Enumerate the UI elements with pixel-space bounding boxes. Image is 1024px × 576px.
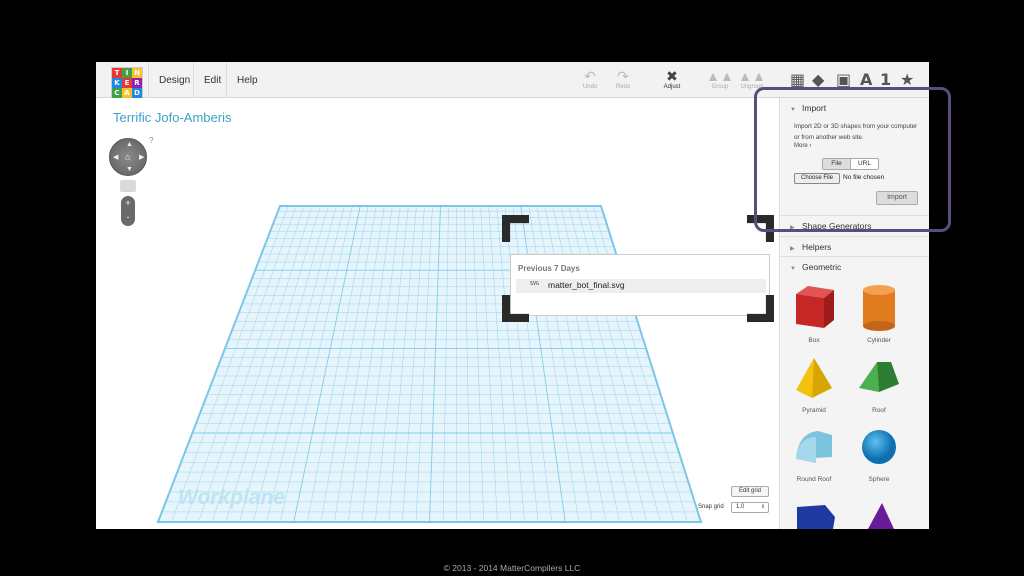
menu-help[interactable]: Help bbox=[226, 62, 268, 98]
redo-button[interactable]: ↷ Redo bbox=[606, 68, 640, 90]
copyright-footer: © 2013 - 2014 MatterCompilers LLC bbox=[443, 563, 581, 573]
redo-icon: ↷ bbox=[617, 68, 629, 84]
zoom-control[interactable]: + - bbox=[121, 196, 135, 226]
select-arrows-icon: ⇕ bbox=[760, 504, 765, 510]
shape-label: Roof bbox=[872, 407, 886, 414]
undo-button[interactable]: ↶ Undo bbox=[573, 68, 607, 90]
home-icon[interactable]: ⌂ bbox=[125, 152, 130, 162]
geometric-section-header[interactable]: ▼ Geometric bbox=[780, 256, 929, 276]
snap-grid-select[interactable]: 1.0 ⇕ bbox=[731, 502, 769, 513]
shape-label: Round Roof bbox=[796, 476, 832, 483]
view-cube-navigator[interactable]: ▲ ▼ ◀ ▶ ⌂ bbox=[109, 138, 147, 176]
logo-letter: K bbox=[112, 78, 122, 88]
roof-icon bbox=[859, 362, 899, 392]
workplane-canvas[interactable]: Terrific Jofo-Amberis ? ▲ ▼ ◀ ▶ ⌂ + - Wo… bbox=[96, 98, 779, 529]
arrow-right-icon[interactable]: ▶ bbox=[139, 153, 144, 161]
help-question-icon[interactable]: ? bbox=[149, 136, 153, 145]
logo-letter: E bbox=[122, 78, 132, 88]
snap-grid-label: Snap grid bbox=[698, 504, 724, 510]
fit-view-button[interactable] bbox=[120, 180, 136, 192]
undo-icon: ↶ bbox=[584, 68, 596, 84]
pyramid-icon bbox=[796, 358, 832, 398]
cylinder-icon bbox=[863, 285, 895, 331]
import-highlight-box bbox=[754, 87, 951, 232]
shape-roof[interactable]: Roof bbox=[848, 354, 910, 414]
logo-letter: T bbox=[112, 68, 122, 78]
shape-label: Pyramid bbox=[802, 407, 826, 414]
arrow-left-icon[interactable]: ◀ bbox=[113, 153, 118, 161]
ungroup-icon: ▲▲ bbox=[738, 68, 766, 84]
box-icon bbox=[796, 286, 834, 328]
shape-label: Sphere bbox=[868, 476, 890, 483]
adjust-icon: ✖ bbox=[666, 68, 678, 84]
logo-letter: D bbox=[132, 88, 142, 98]
shape-sphere[interactable]: Sphere bbox=[848, 423, 910, 483]
helpers-title: Helpers bbox=[802, 242, 832, 252]
logo-letter: A bbox=[122, 88, 132, 98]
redo-label: Redo bbox=[615, 84, 631, 90]
file-list-item[interactable]: SVG matter_bot_final.svg bbox=[516, 279, 766, 293]
shape-label: Box bbox=[808, 337, 820, 344]
logo-letter: I bbox=[122, 68, 132, 78]
undo-label: Undo bbox=[582, 84, 598, 90]
logo-letter: C bbox=[112, 88, 122, 98]
logo-letter: N bbox=[132, 68, 142, 78]
design-title[interactable]: Terrific Jofo-Amberis bbox=[113, 110, 231, 125]
zoom-in-button[interactable]: + bbox=[121, 196, 135, 210]
workplane-label: Workplane bbox=[178, 486, 285, 509]
geometric-title: Geometric bbox=[802, 262, 842, 272]
logo-letter: R bbox=[132, 78, 142, 88]
shape-round-roof[interactable]: Round Roof bbox=[783, 423, 845, 483]
group-label: Group bbox=[711, 84, 729, 90]
popup-heading: Previous 7 Days bbox=[518, 264, 580, 273]
svg-file-icon: SVG bbox=[530, 281, 540, 287]
shape-pyramid[interactable]: Pyramid bbox=[783, 354, 845, 414]
arrow-down-icon[interactable]: ▼ bbox=[126, 166, 133, 173]
snap-grid-value: 1.0 bbox=[736, 504, 745, 510]
shape-partial-purple-icon[interactable] bbox=[864, 501, 900, 529]
collapse-triangle-icon: ▼ bbox=[790, 266, 796, 272]
file-chooser-popup: Previous 7 Days SVG matter_bot_final.svg bbox=[510, 254, 770, 316]
edit-grid-button[interactable]: Edit grid bbox=[731, 486, 769, 497]
sphere-icon bbox=[862, 430, 896, 464]
group-icon: ▲▲ bbox=[706, 68, 734, 84]
file-name: matter_bot_final.svg bbox=[548, 280, 625, 290]
tinkercad-logo[interactable]: T I N K E R C A D bbox=[111, 67, 143, 99]
shape-box[interactable]: Box bbox=[783, 282, 845, 344]
shape-label: Cylinder bbox=[867, 337, 891, 344]
helpers-section-header[interactable]: ▶ Helpers bbox=[780, 236, 929, 256]
zoom-out-button[interactable]: - bbox=[121, 210, 135, 224]
adjust-button[interactable]: ✖ Adjust bbox=[655, 68, 689, 90]
round-roof-icon bbox=[796, 431, 832, 463]
shape-cylinder[interactable]: Cylinder bbox=[848, 282, 910, 344]
shape-partial-blue-icon[interactable] bbox=[795, 501, 840, 529]
arrow-up-icon[interactable]: ▲ bbox=[126, 141, 133, 148]
adjust-label: Adjust bbox=[663, 84, 681, 90]
group-button[interactable]: ▲▲ Group bbox=[703, 68, 737, 90]
